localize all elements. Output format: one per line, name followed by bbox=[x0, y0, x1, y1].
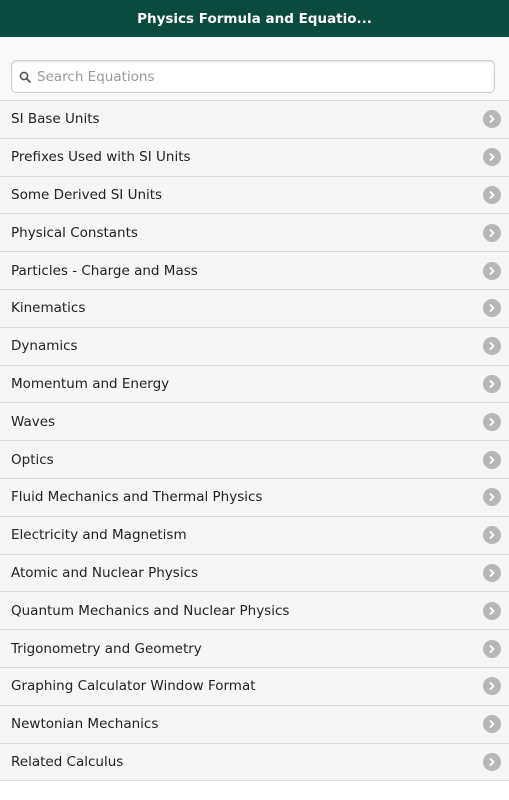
list-item[interactable]: Some Derived SI Units bbox=[0, 176, 509, 215]
chevron-right-icon bbox=[483, 601, 501, 620]
list-item[interactable]: Dynamics bbox=[0, 327, 509, 366]
search-box[interactable] bbox=[11, 60, 495, 93]
chevron-right-icon bbox=[483, 563, 501, 582]
chevron-right-icon bbox=[483, 752, 501, 771]
chevron-right-icon bbox=[483, 639, 501, 658]
list-item[interactable]: Kinematics bbox=[0, 289, 509, 328]
list-item[interactable]: Quantum Mechanics and Nuclear Physics bbox=[0, 592, 509, 631]
list-item[interactable]: Atomic and Nuclear Physics bbox=[0, 554, 509, 593]
list-item-label: Related Calculus bbox=[11, 753, 124, 770]
chevron-right-icon bbox=[483, 110, 501, 129]
list-item-label: Momentum and Energy bbox=[11, 375, 170, 392]
search-bar-container bbox=[0, 37, 509, 100]
list-item-label: Physical Constants bbox=[11, 224, 138, 241]
list-item-label: Electricity and Magnetism bbox=[11, 527, 187, 544]
list-item-label: Kinematics bbox=[11, 300, 86, 317]
chevron-right-icon bbox=[483, 185, 501, 204]
chevron-right-icon bbox=[483, 450, 501, 469]
list-item[interactable]: Prefixes Used with SI Units bbox=[0, 138, 509, 177]
list-item-label: Fluid Mechanics and Thermal Physics bbox=[11, 489, 263, 506]
chevron-right-icon bbox=[483, 677, 501, 696]
list-item-label: Some Derived SI Units bbox=[11, 186, 163, 203]
chevron-right-icon bbox=[483, 488, 501, 507]
list-item[interactable]: Particles - Charge and Mass bbox=[0, 252, 509, 290]
list-item-label: Particles - Charge and Mass bbox=[11, 262, 198, 279]
list-item[interactable]: Electricity and Magnetism bbox=[0, 516, 509, 555]
list-item-label: Newtonian Mechanics bbox=[11, 716, 159, 733]
search-icon bbox=[18, 70, 32, 84]
chevron-right-icon bbox=[483, 374, 501, 393]
list-item-label: Waves bbox=[11, 413, 56, 430]
list-item-label: Graphing Calculator Window Format bbox=[11, 678, 256, 695]
list-item-label: Atomic and Nuclear Physics bbox=[11, 564, 199, 581]
chevron-right-icon bbox=[483, 261, 501, 280]
page-title: Physics Formula and Equatio... bbox=[137, 10, 372, 27]
app-header: Physics Formula and Equatio... bbox=[0, 0, 509, 37]
list-item-label: Trigonometry and Geometry bbox=[11, 640, 202, 657]
list-item-label: Quantum Mechanics and Nuclear Physics bbox=[11, 602, 290, 619]
list-item[interactable]: Optics bbox=[0, 441, 509, 479]
list-item-label: Optics bbox=[11, 451, 54, 468]
chevron-right-icon bbox=[483, 715, 501, 734]
list-item-label: Prefixes Used with SI Units bbox=[11, 149, 191, 166]
list-item[interactable]: Momentum and Energy bbox=[0, 365, 509, 404]
chevron-right-icon bbox=[483, 148, 501, 167]
list-item[interactable]: Physical Constants bbox=[0, 214, 509, 253]
search-input[interactable] bbox=[37, 61, 477, 92]
list-item[interactable]: Trigonometry and Geometry bbox=[0, 630, 509, 668]
list-item[interactable]: Waves bbox=[0, 403, 509, 442]
list-item[interactable]: Graphing Calculator Window Format bbox=[0, 667, 509, 706]
chevron-right-icon bbox=[483, 223, 501, 242]
list-item[interactable]: Related Calculus bbox=[0, 743, 509, 782]
equation-category-list: SI Base Units Prefixes Used with SI Units… bbox=[0, 100, 509, 782]
chevron-right-icon bbox=[483, 526, 501, 545]
list-item-label: Dynamics bbox=[11, 338, 78, 355]
list-item[interactable]: Fluid Mechanics and Thermal Physics bbox=[0, 478, 509, 517]
chevron-right-icon bbox=[483, 299, 501, 318]
list-item-label: SI Base Units bbox=[11, 111, 100, 128]
chevron-right-icon bbox=[483, 337, 501, 356]
list-item[interactable]: SI Base Units bbox=[0, 101, 509, 139]
list-item[interactable]: Newtonian Mechanics bbox=[0, 705, 509, 744]
chevron-right-icon bbox=[483, 412, 501, 431]
